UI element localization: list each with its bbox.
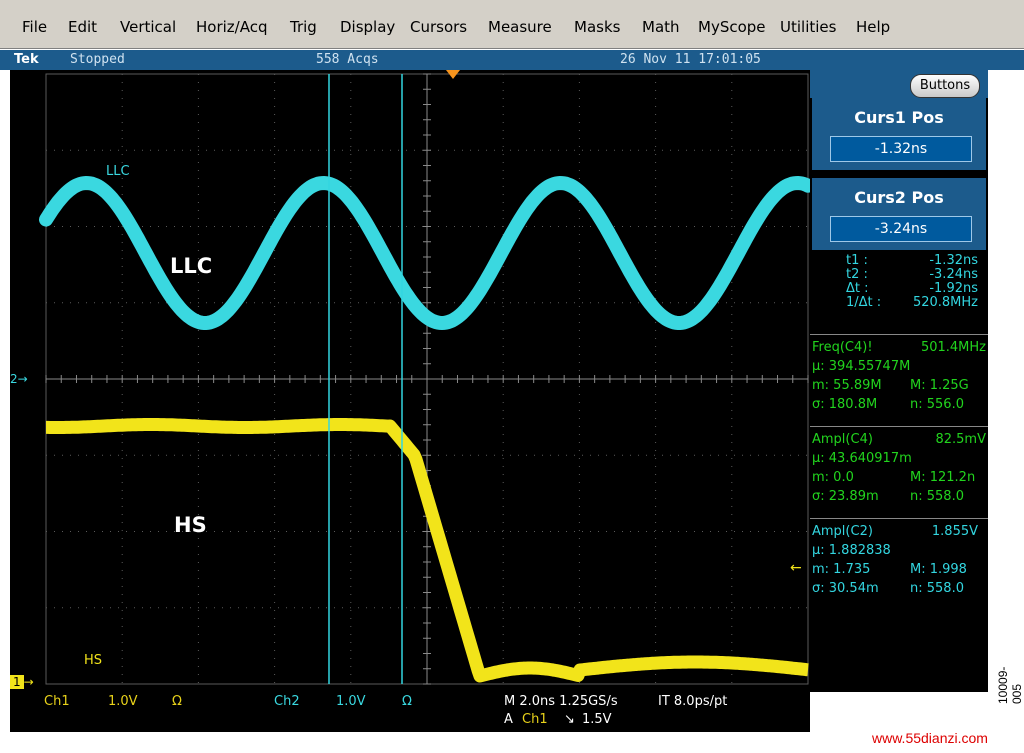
divider xyxy=(810,518,988,519)
menu-masks[interactable]: Masks xyxy=(574,18,620,36)
curs2-pos-control[interactable]: Curs2 Pos -3.24ns xyxy=(812,178,986,250)
curs1-value[interactable]: -1.32ns xyxy=(830,136,972,162)
cursor-row: t2 : -3.24ns xyxy=(846,267,978,282)
ch1-termination: Ω xyxy=(172,694,182,709)
menu-trig[interactable]: Trig xyxy=(290,18,317,36)
ch2-termination: Ω xyxy=(402,694,412,709)
arrow-right-icon: → xyxy=(23,675,34,689)
menu-help[interactable]: Help xyxy=(856,18,890,36)
menu-display[interactable]: Display xyxy=(340,18,395,36)
curs1-title: Curs1 Pos xyxy=(854,108,944,127)
menu-horiz-acq[interactable]: Horiz/Acq xyxy=(196,18,267,36)
brand-label: Tek xyxy=(14,52,39,67)
meas-row: Ampl(C4) 82.5mV xyxy=(812,432,986,447)
menu-myscope[interactable]: MyScope xyxy=(698,18,766,36)
curs2-title: Curs2 Pos xyxy=(854,188,944,207)
measurement-ampl-c2[interactable]: Ampl(C2) 1.855V µ: 1.882838 m: 1.735 M: 1.… xyxy=(810,522,988,598)
meas-row: m: 55.89M M: 1.25G xyxy=(812,378,969,393)
trigger-level[interactable]: 1.5V xyxy=(582,712,612,727)
graticule-svg xyxy=(39,73,815,685)
ch2-scale[interactable]: 1.0V xyxy=(336,694,366,709)
watermark: www.55dianzi.com xyxy=(872,730,988,746)
ch2-label[interactable]: Ch2 xyxy=(274,694,300,709)
acq-state: Stopped xyxy=(70,52,125,67)
date-time: 26 Nov 11 17:01:05 xyxy=(620,52,761,67)
meas-row: σ: 23.89m n: 558.0 xyxy=(812,489,964,504)
arrow-right-icon: → xyxy=(17,372,28,386)
hs-label-big: HS xyxy=(174,513,207,537)
curs1-pos-control[interactable]: Curs1 Pos -1.32ns xyxy=(812,98,986,170)
meas-row: σ: 30.54m n: 558.0 xyxy=(812,581,964,596)
menu-measure[interactable]: Measure xyxy=(488,18,552,36)
menu-file[interactable]: File xyxy=(22,18,47,36)
trigger-level-icon[interactable]: ← xyxy=(790,560,802,576)
cursor-readout: t1 : -1.32ns t2 : -3.24ns Δt : -1.92ns 1/Δt… xyxy=(810,254,988,310)
status-bar: Tek Stopped 558 Acqs 26 Nov 11 17:01:05 xyxy=(0,50,1024,70)
figure-code: 10009-005 xyxy=(996,666,1024,704)
waveform-display[interactable]: LLC LLC HS HS 2→ 1 → ← xyxy=(10,70,815,692)
horizontal-readout[interactable]: M 2.0ns 1.25GS/s xyxy=(504,694,618,709)
menu-edit[interactable]: Edit xyxy=(68,18,97,36)
llc-label-small: LLC xyxy=(106,164,130,179)
ch2-ground-marker[interactable]: 2→ xyxy=(10,371,42,387)
menu-vertical[interactable]: Vertical xyxy=(120,18,176,36)
menu-cursors[interactable]: Cursors xyxy=(410,18,467,36)
ch1-label[interactable]: Ch1 xyxy=(44,694,70,709)
measurement-ampl-c4[interactable]: Ampl(C4) 82.5mV µ: 43.640917m m: 0.0 M: 12… xyxy=(810,430,988,506)
trigger-a: A xyxy=(504,712,513,727)
measurement-freq-c4[interactable]: Freq(C4)! 501.4MHz µ: 394.55747M m: 55.89… xyxy=(810,338,988,414)
meas-row: µ: 394.55747M xyxy=(812,359,911,374)
meas-row: µ: 1.882838 xyxy=(812,543,891,558)
interpolation-readout: IT 8.0ps/pt xyxy=(658,694,728,709)
curs2-value[interactable]: -3.24ns xyxy=(830,216,972,242)
menu-math[interactable]: Math xyxy=(642,18,680,36)
meas-row: µ: 43.640917m xyxy=(812,451,912,466)
meas-row: m: 1.735 M: 1.998 xyxy=(812,562,967,577)
channel-readout-bar: Ch1 1.0V Ω Ch2 1.0V Ω M 2.0ns 1.25GS/s I… xyxy=(10,692,810,732)
side-panel-header: Buttons xyxy=(810,70,988,98)
ch1-ground-marker[interactable]: 1 → xyxy=(10,674,42,690)
side-panel: Buttons Curs1 Pos -1.32ns Curs2 Pos -3.2… xyxy=(810,70,988,692)
trigger-source[interactable]: Ch1 xyxy=(522,712,548,727)
divider xyxy=(810,334,988,335)
menu-utilities[interactable]: Utilities xyxy=(780,18,836,36)
cursor-row: 1/Δt :520.8MHz xyxy=(846,295,978,310)
trigger-position-icon[interactable] xyxy=(446,70,460,79)
buttons-button[interactable]: Buttons xyxy=(910,74,980,98)
divider xyxy=(810,426,988,427)
hs-label-small: HS xyxy=(84,653,103,668)
cursor-row: t1 : -1.32ns xyxy=(846,253,978,268)
cursor-row: Δt : -1.92ns xyxy=(846,281,978,296)
meas-row: σ: 180.8M n: 556.0 xyxy=(812,397,964,412)
trigger-slope-icon: ↘ xyxy=(564,712,575,727)
meas-row: Ampl(C2) 1.855V xyxy=(812,524,978,539)
meas-row: Freq(C4)! 501.4MHz xyxy=(812,340,986,355)
meas-row: m: 0.0 M: 121.2n xyxy=(812,470,976,485)
menu-bar: File Edit Vertical Horiz/Acq Trig Display Curs… xyxy=(0,0,1024,49)
acq-count: 558 Acqs xyxy=(316,52,379,67)
llc-label-big: LLC xyxy=(170,254,213,278)
ch1-scale[interactable]: 1.0V xyxy=(108,694,138,709)
